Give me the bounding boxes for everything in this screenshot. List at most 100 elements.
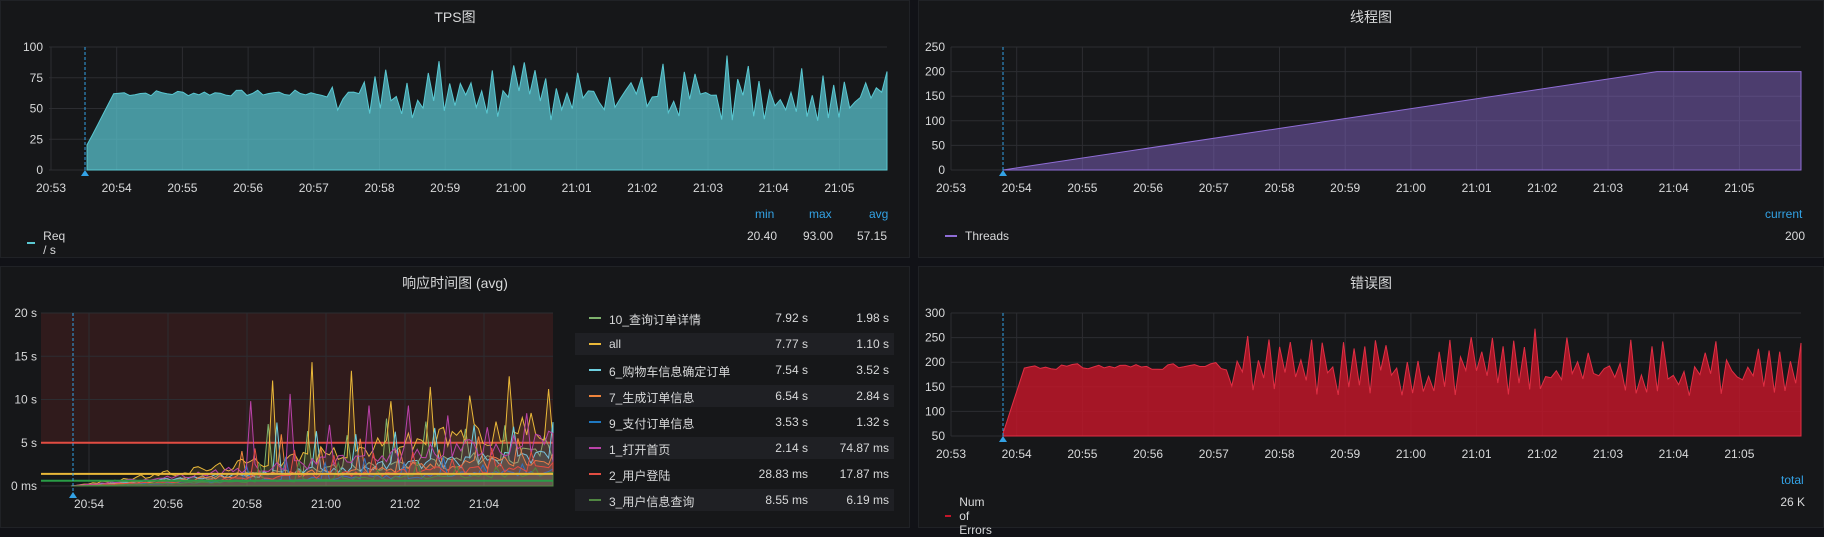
legend-item[interactable]: Threads — [945, 229, 1009, 243]
legend-value-2: 3.52 s — [856, 363, 889, 377]
legend-value-1: 6.54 s — [775, 389, 808, 403]
legend-min: 20.40 — [746, 229, 777, 243]
x-tick-label: 20:58 — [364, 181, 394, 195]
y-tick-label: 50 — [30, 102, 44, 116]
legend-item[interactable]: Num of Errors — [945, 495, 998, 537]
legend-value-2: 2.84 s — [856, 389, 889, 403]
annotation-marker — [999, 436, 1007, 442]
legend-header-total[interactable]: total — [1781, 473, 1804, 487]
threshold-region — [41, 313, 553, 443]
legend-swatch — [589, 317, 601, 319]
x-tick-label: 20:59 — [430, 181, 460, 195]
x-tick-label: 21:02 — [390, 497, 420, 511]
legend-swatch — [589, 447, 601, 449]
x-tick-label: 21:00 — [311, 497, 341, 511]
x-tick-label: 21:01 — [562, 181, 592, 195]
y-tick-label: 5 s — [21, 436, 37, 450]
legend-swatch — [589, 369, 601, 371]
legend-header-avg[interactable]: avg — [869, 207, 888, 221]
legend-row[interactable]: 1_打开首页 2.14 s 74.87 ms — [575, 437, 894, 459]
legend-value-1: 8.55 ms — [765, 493, 808, 507]
legend-label: all — [609, 337, 622, 351]
annotation-marker — [81, 170, 89, 176]
series-area-req-per-s — [86, 55, 888, 171]
x-tick-label: 20:54 — [102, 181, 132, 195]
threads-panel: 线程图 250 200 150 100 50 0 20:53 20:54 20:55 20:56 2… — [918, 0, 1824, 258]
y-tick-label: 25 — [30, 132, 44, 146]
threads-chart[interactable]: 250 200 150 100 50 0 20:53 20:54 20:55 20:56 20:57… — [919, 1, 1824, 259]
legend-label: 6_购物车信息确定订单 — [609, 365, 731, 379]
legend-header-max[interactable]: max — [809, 207, 832, 221]
tps-panel: TPS图 100 75 50 25 0 20:53 20:54 20:55 20:56 20:57… — [0, 0, 910, 258]
y-tick-label: 300 — [925, 306, 945, 320]
legend-header-min[interactable]: min — [755, 207, 774, 221]
x-tick-label: 20:56 — [233, 181, 263, 195]
legend-label: 7_生成订单信息 — [609, 391, 695, 405]
legend-row[interactable]: 10_查询订单详情 7.92 s 1.98 s — [575, 307, 894, 329]
series-area-errors — [1002, 328, 1802, 437]
legend-value-2: 6.19 ms — [846, 493, 889, 507]
tps-chart[interactable]: 100 75 50 25 0 20:53 20:54 20:55 20:56 20:57 20:58… — [1, 1, 911, 259]
x-tick-label: 21:00 — [1396, 447, 1426, 461]
legend-row[interactable]: 6_购物车信息确定订单 7.54 s 3.52 s — [575, 359, 894, 381]
legend-row[interactable]: 2_用户登陆 28.83 ms 17.87 ms — [575, 463, 894, 485]
y-tick-label: 20 s — [14, 306, 37, 320]
y-tick-label: 250 — [925, 40, 945, 54]
x-tick-label: 20:59 — [1330, 181, 1360, 195]
x-tick-label: 20:55 — [1067, 181, 1097, 195]
x-tick-label: 21:04 — [759, 181, 789, 195]
y-tick-label: 100 — [925, 114, 945, 128]
legend-value-1: 7.77 s — [775, 337, 808, 351]
x-tick-label: 20:57 — [1199, 447, 1229, 461]
x-tick-label: 20:55 — [1067, 447, 1097, 461]
response-time-panel: 响应时间图 (avg) 20 s 15 s 10 s5 s0 ms 20:54 20:5… — [0, 266, 910, 528]
y-tick-label: 200 — [925, 355, 945, 369]
legend-label: 2_用户登陆 — [609, 469, 671, 483]
x-tick-label: 20:54 — [1002, 181, 1032, 195]
x-tick-label: 21:00 — [496, 181, 526, 195]
y-tick-label: 0 ms — [11, 479, 37, 493]
legend-value-1: 7.54 s — [775, 363, 808, 377]
errors-panel: 错误图 300 250 200 150 100 50 20:53 20:54 20:55 20:5… — [918, 266, 1824, 537]
legend-row[interactable]: 3_用户信息查询 8.55 ms 6.19 ms — [575, 489, 894, 511]
legend-max: 93.00 — [802, 229, 833, 243]
legend-row[interactable]: all 7.77 s 1.10 s — [575, 333, 894, 355]
y-tick-label: 50 — [932, 138, 946, 152]
annotation-marker — [69, 492, 77, 498]
x-tick-label: 21:05 — [1724, 181, 1754, 195]
errors-chart[interactable]: 300 250 200 150 100 50 20:53 20:54 20:55 20:56 20:… — [919, 267, 1824, 529]
legend-row[interactable]: 9_支付订单信息 3.53 s 1.32 s — [575, 411, 894, 433]
legend-label: 3_用户信息查询 — [609, 495, 695, 509]
legend-value-2: 17.87 ms — [839, 467, 889, 481]
x-tick-label: 21:03 — [1593, 447, 1623, 461]
x-tick-label: 20:58 — [232, 497, 262, 511]
x-tick-label: 20:53 — [936, 181, 966, 195]
x-tick-label: 21:04 — [469, 497, 499, 511]
legend-swatch — [945, 235, 957, 237]
x-tick-label: 21:04 — [1659, 181, 1689, 195]
y-tick-label: 250 — [925, 331, 945, 345]
x-tick-label: 21:02 — [1527, 181, 1557, 195]
legend-value-2: 1.32 s — [856, 415, 889, 429]
legend-row[interactable]: 7_生成订单信息 6.54 s 2.84 s — [575, 385, 894, 407]
x-tick-label: 21:03 — [693, 181, 723, 195]
legend-label: 9_支付订单信息 — [609, 417, 695, 431]
legend-header-current[interactable]: current — [1765, 207, 1802, 221]
legend-swatch — [945, 515, 952, 517]
legend-swatch — [27, 242, 36, 244]
legend-item[interactable]: Req / s — [27, 229, 69, 257]
y-tick-label: 100 — [925, 404, 945, 418]
y-tick-label: 150 — [925, 380, 945, 394]
legend-label: Req / s — [43, 229, 66, 257]
legend-total: 26 K — [1780, 495, 1805, 509]
x-tick-label: 20:56 — [1133, 181, 1163, 195]
x-tick-label: 20:59 — [1330, 447, 1360, 461]
legend-label: 10_查询订单详情 — [609, 313, 702, 327]
x-tick-label: 20:57 — [1199, 181, 1229, 195]
legend-swatch — [589, 343, 601, 345]
legend-swatch — [589, 395, 601, 397]
x-tick-label: 20:57 — [299, 181, 329, 195]
x-tick-label: 20:56 — [1133, 447, 1163, 461]
legend-label: 1_打开首页 — [609, 443, 671, 457]
y-tick-label: 50 — [932, 429, 946, 443]
